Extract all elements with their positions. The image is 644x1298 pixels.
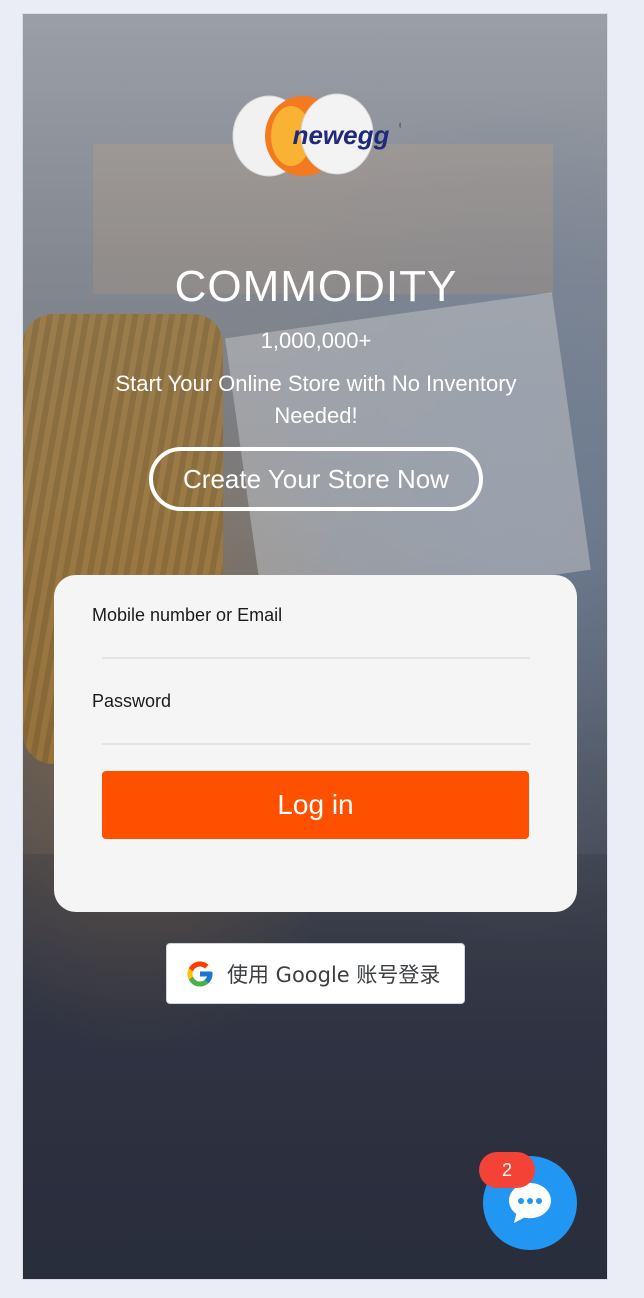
google-login-button[interactable]: 使用 Google 账号登录	[166, 943, 465, 1004]
newegg-logo: newegg ®	[232, 93, 401, 177]
password-field-label: Password	[92, 691, 172, 711]
email-field-label: Mobile number or Email	[92, 605, 283, 625]
svg-text:®: ®	[399, 122, 401, 130]
google-icon	[187, 961, 213, 986]
hero-tagline: Start Your Online Store with No Inventor…	[115, 371, 517, 428]
product-count: 1,000,000+	[260, 328, 372, 353]
create-store-button[interactable]: Create Your Store Now	[149, 447, 483, 511]
chat-unread-badge: 2	[479, 1152, 535, 1188]
google-login-label: 使用 Google 账号登录	[227, 962, 441, 987]
password-field[interactable]	[102, 743, 530, 745]
app-screen: newegg ® COMMODITY 1,000,000+ Start Your…	[22, 13, 608, 1280]
login-card: Mobile number or Email Password Log in	[54, 575, 577, 912]
hero-title: COMMODITY	[174, 262, 458, 311]
email-field[interactable]	[102, 657, 530, 659]
logo-text: newegg	[293, 120, 390, 150]
login-button[interactable]: Log in	[102, 771, 529, 839]
